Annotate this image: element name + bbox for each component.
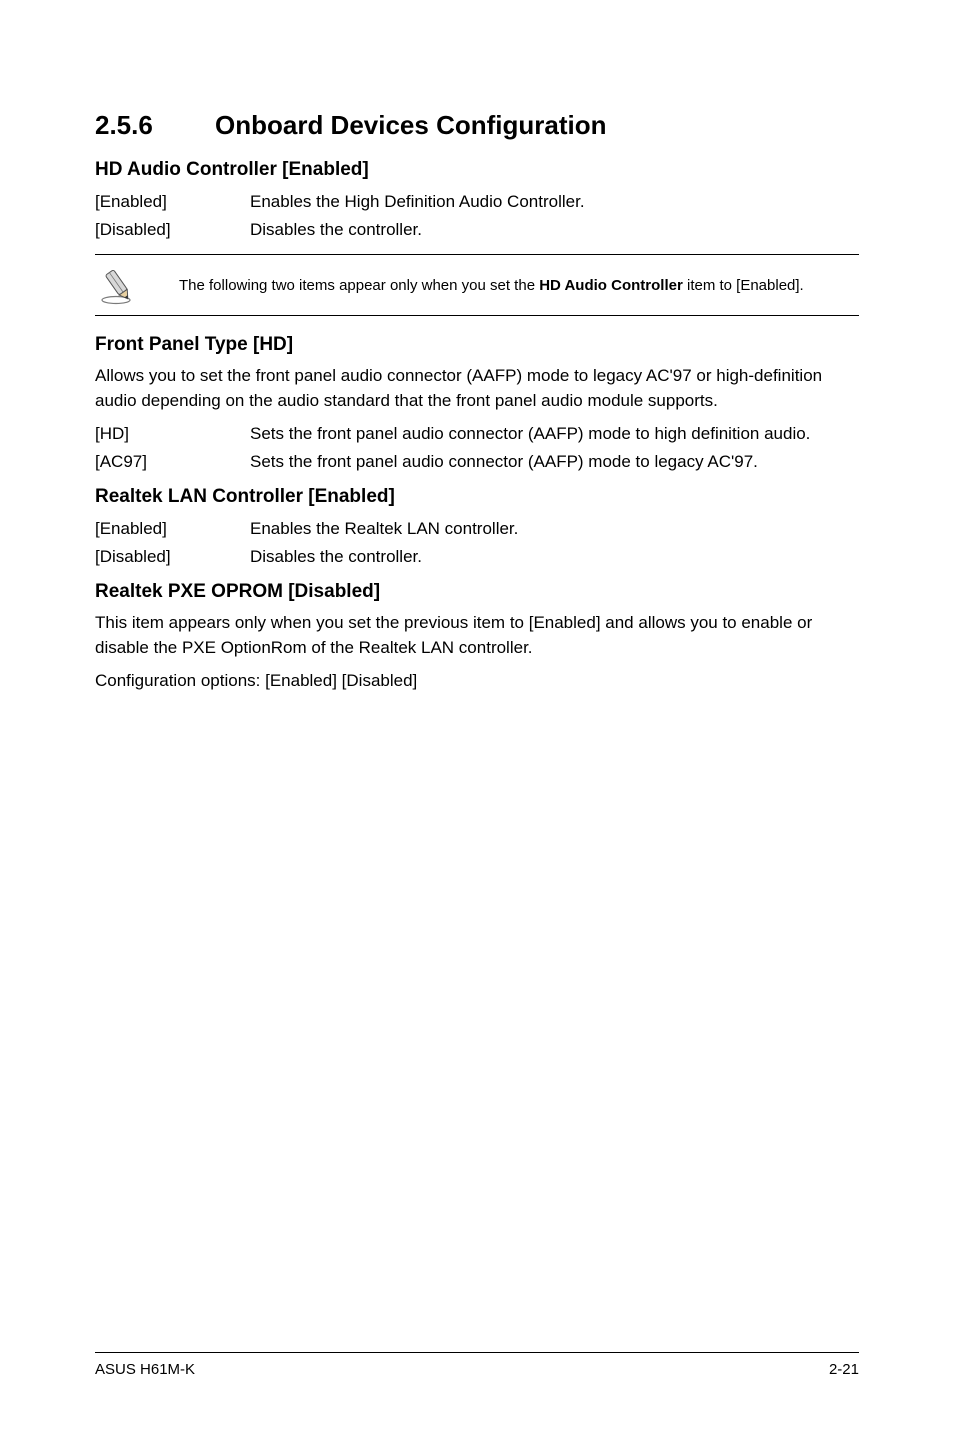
realtek-pxe-config: Configuration options: [Enabled] [Disabl… bbox=[95, 669, 859, 694]
option-key: [Enabled] bbox=[95, 189, 250, 215]
option-row: [AC97] Sets the front panel audio connec… bbox=[95, 449, 859, 475]
front-panel-block: Front Panel Type [HD] Allows you to set … bbox=[95, 334, 859, 474]
option-row: [Disabled] Disables the controller. bbox=[95, 217, 859, 243]
option-row: [HD] Sets the front panel audio connecto… bbox=[95, 421, 859, 447]
section-number: 2.5.6 bbox=[95, 110, 215, 141]
option-value: Sets the front panel audio connector (AA… bbox=[250, 421, 859, 447]
option-value: Sets the front panel audio connector (AA… bbox=[250, 449, 859, 475]
realtek-pxe-heading: Realtek PXE OPROM [Disabled] bbox=[95, 581, 859, 603]
pencil-icon bbox=[95, 265, 151, 305]
page-container: 2.5.6Onboard Devices Configuration HD Au… bbox=[0, 0, 954, 1438]
option-row: [Enabled] Enables the Realtek LAN contro… bbox=[95, 516, 859, 542]
option-value: Enables the Realtek LAN controller. bbox=[250, 516, 859, 542]
option-row: [Enabled] Enables the High Definition Au… bbox=[95, 189, 859, 215]
realtek-lan-block: Realtek LAN Controller [Enabled] [Enable… bbox=[95, 486, 859, 569]
page-footer: ASUS H61M-K 2-21 bbox=[95, 1352, 859, 1378]
note-suffix: item to [Enabled]. bbox=[683, 277, 804, 294]
note-prefix: The following two items appear only when… bbox=[179, 277, 539, 294]
section-title: Onboard Devices Configuration bbox=[215, 110, 607, 140]
front-panel-intro: Allows you to set the front panel audio … bbox=[95, 364, 859, 413]
hd-audio-heading: HD Audio Controller [Enabled] bbox=[95, 159, 859, 181]
footer-right: 2-21 bbox=[829, 1361, 859, 1378]
realtek-lan-heading: Realtek LAN Controller [Enabled] bbox=[95, 486, 859, 508]
option-key: [HD] bbox=[95, 421, 250, 447]
option-value: Disables the controller. bbox=[250, 544, 859, 570]
option-key: [Disabled] bbox=[95, 544, 250, 570]
note-text: The following two items appear only when… bbox=[179, 275, 804, 296]
option-key: [AC97] bbox=[95, 449, 250, 475]
realtek-pxe-intro: This item appears only when you set the … bbox=[95, 611, 859, 660]
option-key: [Enabled] bbox=[95, 516, 250, 542]
hd-audio-block: HD Audio Controller [Enabled] [Enabled] … bbox=[95, 159, 859, 242]
footer-left: ASUS H61M-K bbox=[95, 1361, 195, 1378]
option-value: Disables the controller. bbox=[250, 217, 859, 243]
note-box: The following two items appear only when… bbox=[95, 254, 859, 316]
section-heading: 2.5.6Onboard Devices Configuration bbox=[95, 110, 859, 141]
note-bold: HD Audio Controller bbox=[539, 277, 683, 294]
option-value: Enables the High Definition Audio Contro… bbox=[250, 189, 859, 215]
option-row: [Disabled] Disables the controller. bbox=[95, 544, 859, 570]
front-panel-heading: Front Panel Type [HD] bbox=[95, 334, 859, 356]
option-key: [Disabled] bbox=[95, 217, 250, 243]
realtek-pxe-block: Realtek PXE OPROM [Disabled] This item a… bbox=[95, 581, 859, 693]
